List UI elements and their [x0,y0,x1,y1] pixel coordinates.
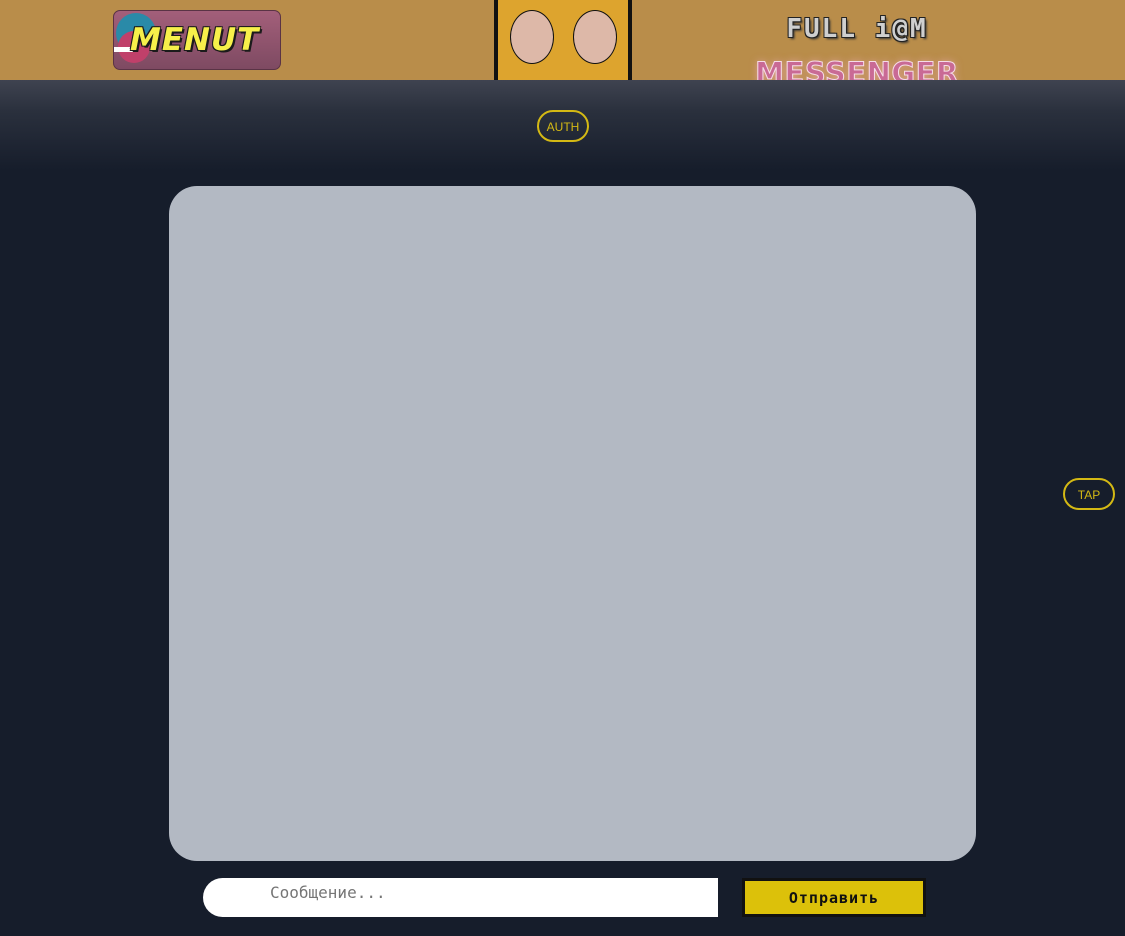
chat-messages-area[interactable] [169,186,976,861]
right-eye-icon [573,10,617,64]
message-input[interactable] [203,878,718,917]
header-bar: MENUT FULL i@M MESSENGER [0,0,1125,91]
left-eye-icon [510,10,554,64]
app-title-top: FULL i@M [786,14,928,44]
menu-button[interactable]: MENUT [113,10,281,70]
auth-button[interactable]: AUTH [537,110,589,142]
menu-label: MENUT [130,22,260,58]
tap-button[interactable]: TAP [1063,478,1115,510]
send-button[interactable]: Отправить [742,878,926,917]
avatar-panel [494,0,632,80]
